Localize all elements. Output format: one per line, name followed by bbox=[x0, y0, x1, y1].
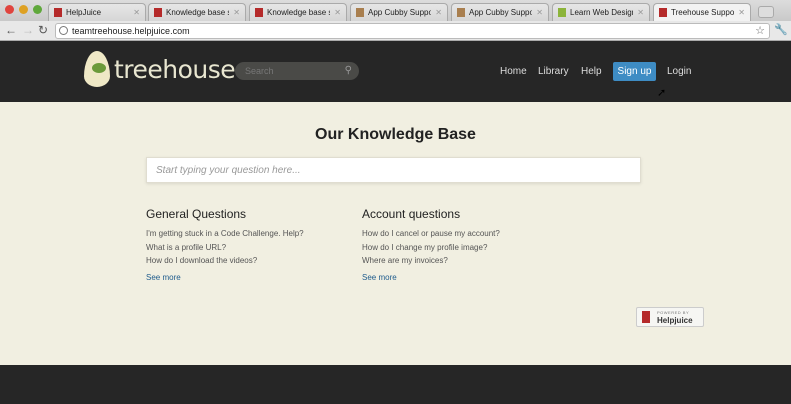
close-tab-icon[interactable]: ✕ bbox=[233, 8, 240, 17]
close-window-button[interactable] bbox=[5, 5, 14, 14]
bookmark-star-icon[interactable]: ☆ bbox=[755, 24, 765, 38]
question-search-input[interactable]: Start typing your question here... bbox=[146, 157, 641, 183]
maximize-window-button[interactable] bbox=[33, 5, 42, 14]
browser-tab[interactable]: App Cubby Support ✕ bbox=[451, 3, 549, 21]
address-bar-row: ← → ↻ teamtreehouse.helpjuice.com ☆ 🔧 bbox=[0, 21, 791, 41]
back-arrow-icon[interactable]: ← bbox=[5, 23, 17, 37]
browser-tab[interactable]: HelpJuice ✕ bbox=[48, 3, 146, 21]
browser-tab[interactable]: Learn Web Design, Wi✕ bbox=[552, 3, 650, 21]
sign-up-button[interactable]: Sign up bbox=[613, 62, 656, 81]
treehouse-favicon-icon bbox=[558, 8, 566, 17]
helpjuice-favicon-icon bbox=[255, 8, 263, 17]
reload-icon[interactable]: ↻ bbox=[38, 23, 48, 37]
question-link[interactable]: How do I cancel or pause my account? bbox=[362, 229, 500, 243]
powered-by-helpjuice-badge[interactable]: POWERED BY Helpjuice bbox=[636, 307, 704, 327]
treehouse-logo[interactable]: treehouse bbox=[84, 51, 236, 87]
category-general: General Questions I'm getting stuck in a… bbox=[146, 207, 304, 282]
question-link[interactable]: How do I change my profile image? bbox=[362, 243, 500, 257]
site-header: treehouse Search ⚲ Home Library Help Sign… bbox=[0, 41, 791, 102]
site-footer bbox=[0, 365, 791, 404]
see-more-link[interactable]: See more bbox=[146, 273, 304, 282]
close-tab-icon[interactable]: ✕ bbox=[133, 8, 140, 17]
window-controls bbox=[5, 5, 42, 14]
category-account: Account questions How do I cancel or pau… bbox=[362, 207, 500, 282]
login-link[interactable]: Login bbox=[667, 66, 691, 77]
search-icon[interactable]: ⚲ bbox=[345, 62, 352, 80]
leaf-icon bbox=[84, 51, 110, 87]
see-more-link[interactable]: See more bbox=[362, 273, 500, 282]
helpjuice-favicon-icon bbox=[54, 8, 62, 17]
site-search-input[interactable]: Search ⚲ bbox=[235, 62, 359, 80]
appcubby-favicon-icon bbox=[356, 8, 364, 17]
browser-tab-active[interactable]: Treehouse Support ✕ bbox=[653, 3, 751, 21]
browser-tab-bar: HelpJuice✕ Knowledge base softw✕ Knowled… bbox=[0, 0, 791, 21]
browser-tab[interactable]: App Cubby Support ✕ bbox=[350, 3, 448, 21]
close-tab-icon[interactable]: ✕ bbox=[637, 8, 644, 17]
helpjuice-logo-icon bbox=[642, 311, 650, 323]
url-input[interactable]: teamtreehouse.helpjuice.com ☆ bbox=[55, 23, 770, 39]
appcubby-favicon-icon bbox=[457, 8, 465, 17]
question-link[interactable]: Where are my invoices? bbox=[362, 256, 500, 270]
close-tab-icon[interactable]: ✕ bbox=[536, 8, 543, 17]
minimize-window-button[interactable] bbox=[19, 5, 28, 14]
new-tab-button[interactable] bbox=[758, 6, 774, 18]
globe-icon bbox=[59, 26, 68, 35]
browser-tab[interactable]: Knowledge base softw✕ bbox=[249, 3, 347, 21]
close-tab-icon[interactable]: ✕ bbox=[738, 8, 745, 17]
nav-home[interactable]: Home bbox=[500, 66, 527, 77]
wrench-icon[interactable]: 🔧 bbox=[774, 23, 788, 36]
nav-help[interactable]: Help bbox=[581, 66, 602, 77]
category-title: General Questions bbox=[146, 207, 247, 221]
page-title: Our Knowledge Base bbox=[315, 126, 476, 143]
helpjuice-favicon-icon bbox=[659, 8, 667, 17]
close-tab-icon[interactable]: ✕ bbox=[435, 8, 442, 17]
forward-arrow-icon[interactable]: → bbox=[22, 23, 34, 37]
question-link[interactable]: What is a profile URL? bbox=[146, 243, 304, 257]
nav-library[interactable]: Library bbox=[538, 66, 569, 77]
mouse-cursor-icon: ➚ bbox=[657, 87, 667, 99]
close-tab-icon[interactable]: ✕ bbox=[334, 8, 341, 17]
category-title: Account questions bbox=[362, 207, 461, 221]
question-link[interactable]: I'm getting stuck in a Code Challenge. H… bbox=[146, 229, 304, 243]
helpjuice-favicon-icon bbox=[154, 8, 162, 17]
question-link[interactable]: How do I download the videos? bbox=[146, 256, 304, 270]
browser-tab[interactable]: Knowledge base softw✕ bbox=[148, 3, 246, 21]
